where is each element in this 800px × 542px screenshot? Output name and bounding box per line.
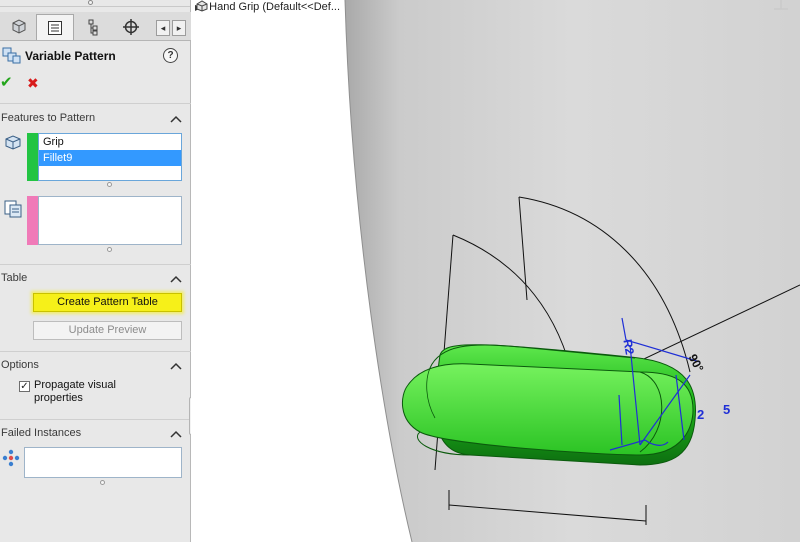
collapse-table-icon[interactable] bbox=[170, 274, 182, 284]
reference-color-bar bbox=[27, 196, 38, 245]
cancel-button[interactable]: ✖ bbox=[27, 76, 41, 90]
part-title: Hand Grip (Default<<Def... bbox=[209, 1, 340, 13]
update-preview-button[interactable]: Update Preview bbox=[33, 321, 182, 340]
features-color-bar bbox=[27, 133, 38, 181]
feature-tree-flyout[interactable]: ▶ Hand Grip (Default<<Def... bbox=[195, 0, 340, 14]
tab-dimxpert-manager[interactable] bbox=[112, 14, 150, 40]
radius-dimension-label[interactable]: R2 bbox=[620, 338, 636, 356]
failed-instances-icon bbox=[2, 449, 20, 467]
model-canvas[interactable] bbox=[191, 0, 800, 542]
property-manager-panel: ◂ ▸ Variable Pattern ? ✔ ✖ Features to P… bbox=[0, 0, 191, 542]
features-list-resize-handle[interactable] bbox=[107, 182, 112, 187]
help-button[interactable]: ? bbox=[163, 48, 178, 63]
feature-tree-icon bbox=[12, 19, 26, 34]
configuration-icon bbox=[88, 19, 98, 36]
collapse-features-icon[interactable] bbox=[170, 114, 182, 124]
failed-instances-list[interactable] bbox=[24, 447, 182, 478]
panel-resize-handle[interactable] bbox=[88, 0, 93, 5]
table-heading: Table bbox=[1, 272, 28, 284]
list-item[interactable]: Grip bbox=[39, 134, 181, 150]
variable-pattern-icon bbox=[2, 47, 21, 64]
dimxpert-crosshair-icon bbox=[123, 19, 139, 35]
graphics-viewport[interactable]: ▶ Hand Grip (Default<<Def... R2 90° 2 5 bbox=[191, 0, 800, 542]
tab-scroll-left-button[interactable]: ◂ bbox=[156, 20, 170, 36]
property-manager-icon bbox=[48, 20, 62, 35]
propagate-visual-checkbox[interactable]: ✓ bbox=[19, 381, 30, 392]
pattern-reference-icon bbox=[4, 200, 22, 218]
features-to-pattern-list[interactable]: Grip Fillet9 bbox=[38, 133, 182, 181]
collapse-failed-icon[interactable] bbox=[170, 429, 182, 439]
tab-feature-manager[interactable] bbox=[0, 14, 38, 40]
collapse-options-icon[interactable] bbox=[170, 361, 182, 371]
view-triad-icon bbox=[774, 0, 788, 10]
dimension-5-label[interactable]: 5 bbox=[723, 402, 730, 417]
failed-list-resize-handle[interactable] bbox=[100, 480, 105, 485]
features-to-pattern-heading: Features to Pattern bbox=[1, 112, 96, 124]
failed-instances-heading: Failed Instances bbox=[1, 427, 82, 439]
create-pattern-table-button[interactable]: Create Pattern Table bbox=[33, 293, 182, 312]
pattern-reference-list[interactable] bbox=[38, 196, 182, 245]
list-item[interactable]: Fillet9 bbox=[39, 150, 181, 166]
panel-top-strip bbox=[0, 0, 191, 12]
ok-button[interactable]: ✔ bbox=[0, 75, 14, 90]
page-title: Variable Pattern bbox=[25, 49, 116, 63]
propagate-visual-label: Propagate visual properties bbox=[34, 379, 116, 404]
manager-tab-bar: ◂ ▸ bbox=[0, 12, 191, 41]
tab-scroll-right-button[interactable]: ▸ bbox=[172, 20, 186, 36]
tab-property-manager[interactable] bbox=[36, 14, 74, 40]
tab-configuration-manager[interactable] bbox=[74, 14, 112, 40]
options-heading: Options bbox=[1, 359, 39, 371]
dimension-2-label[interactable]: 2 bbox=[697, 407, 704, 422]
reference-list-resize-handle[interactable] bbox=[107, 247, 112, 252]
features-selection-icon bbox=[5, 135, 21, 150]
part-icon bbox=[196, 0, 208, 12]
